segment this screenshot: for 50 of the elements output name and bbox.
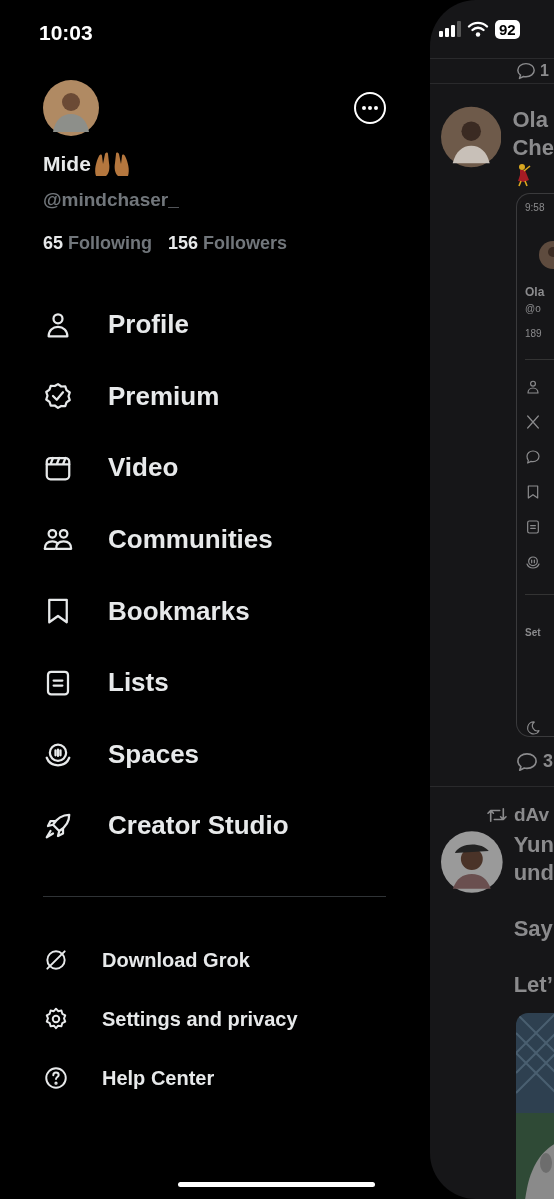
screenshot-count: 189 (525, 327, 543, 342)
list-icon (525, 519, 541, 536)
avatar[interactable] (43, 80, 99, 136)
menu-item[interactable]: Download Grok (43, 930, 430, 990)
menu-item[interactable]: Help Center (43, 1048, 430, 1108)
menu-item[interactable]: Profile (43, 289, 430, 361)
post-author: Che (512, 134, 554, 163)
help-icon (43, 1065, 69, 1092)
menu-item[interactable]: Spaces (43, 718, 430, 791)
more-button[interactable] (354, 92, 386, 124)
x-mark-icon (525, 414, 541, 431)
post-author: Ola (512, 106, 549, 135)
avatar[interactable] (441, 106, 502, 169)
reply-count: 1 (540, 61, 549, 82)
profile-name: Mide (43, 151, 91, 177)
signal-icon (439, 21, 461, 38)
wifi-icon (467, 21, 489, 38)
bookmark-icon (525, 484, 541, 501)
avatar[interactable] (441, 831, 503, 894)
battery-level: 92 (495, 19, 520, 39)
reposter-name: dAv (514, 803, 550, 828)
post-text: Say (513, 915, 554, 944)
more-icon (361, 105, 379, 111)
post-text: und (513, 859, 554, 888)
followers-link[interactable]: 156 Followers (168, 230, 288, 257)
screenshot-name: Ola (525, 284, 546, 302)
menu-item[interactable]: Bookmarks (43, 575, 430, 647)
menu-item[interactable]: Creator Studio (43, 790, 430, 862)
reply-icon[interactable] (516, 751, 538, 772)
screenshot-section: Set (525, 625, 554, 641)
screenshot-time: 9:58 (525, 201, 546, 216)
menu-item[interactable]: Communities (43, 503, 430, 576)
reply-icon[interactable] (516, 62, 536, 81)
reply-count: 3 (543, 750, 553, 774)
following-link[interactable]: 65 Following (43, 230, 152, 257)
menu-item[interactable]: Lists (43, 646, 430, 719)
moon-icon (525, 720, 541, 737)
post-text: Let’ (513, 971, 554, 1000)
person-icon (525, 379, 541, 396)
microphone-icon (525, 554, 541, 571)
status-time: 10:03 (39, 20, 94, 46)
profile-handle: @mindchaser_ (43, 187, 180, 212)
screenshot-handle: @o (525, 302, 542, 317)
post-text: Yun (513, 831, 554, 860)
menu-item[interactable]: Premium (43, 360, 430, 433)
verified-badge-icon (43, 381, 73, 412)
repost-icon (486, 806, 508, 825)
menu-item[interactable]: Settings and privacy (43, 989, 430, 1049)
comment-icon (525, 449, 541, 466)
menu-item[interactable]: Video (43, 432, 430, 504)
